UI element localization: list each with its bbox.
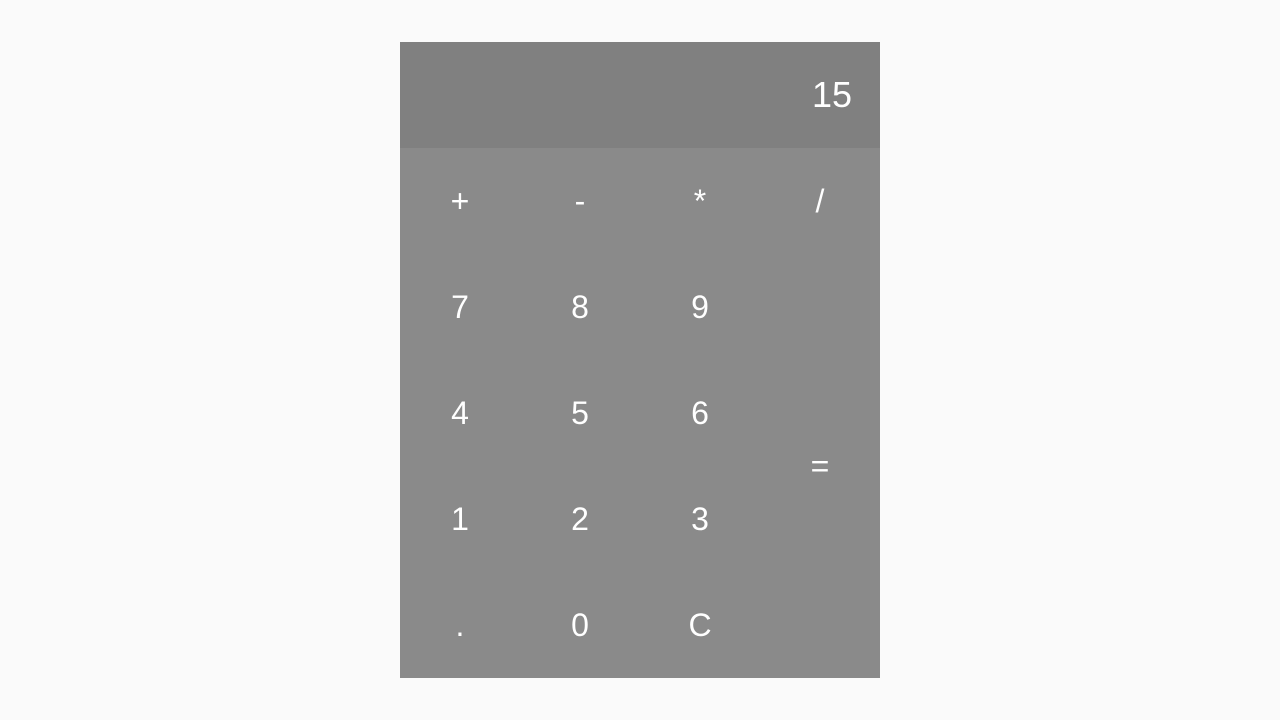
keypad: + - * / 7 8 9 = 4 5 6 1 2 3 . 0 C xyxy=(400,148,880,678)
key-equals[interactable]: = xyxy=(760,254,880,678)
key-three[interactable]: 3 xyxy=(640,466,760,572)
key-seven[interactable]: 7 xyxy=(400,254,520,360)
key-eight[interactable]: 8 xyxy=(520,254,640,360)
calculator: 15 + - * / 7 8 9 = 4 5 6 1 2 3 . 0 C xyxy=(400,42,880,679)
key-clear[interactable]: C xyxy=(640,572,760,678)
key-divide[interactable]: / xyxy=(760,148,880,254)
key-two[interactable]: 2 xyxy=(520,466,640,572)
key-four[interactable]: 4 xyxy=(400,360,520,466)
key-one[interactable]: 1 xyxy=(400,466,520,572)
key-decimal[interactable]: . xyxy=(400,572,520,678)
key-multiply[interactable]: * xyxy=(640,148,760,254)
key-five[interactable]: 5 xyxy=(520,360,640,466)
key-add[interactable]: + xyxy=(400,148,520,254)
calculator-display: 15 xyxy=(400,42,880,149)
key-zero[interactable]: 0 xyxy=(520,572,640,678)
key-subtract[interactable]: - xyxy=(520,148,640,254)
key-nine[interactable]: 9 xyxy=(640,254,760,360)
key-six[interactable]: 6 xyxy=(640,360,760,466)
